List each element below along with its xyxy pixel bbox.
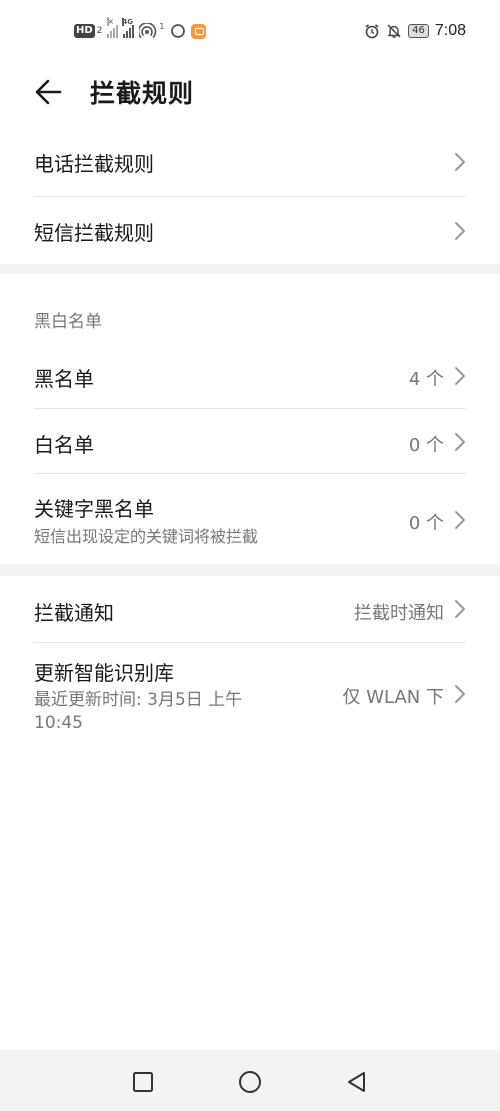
status-bar: HD 2 × 4G 1 46 7:08 bbox=[0, 0, 500, 60]
nav-square-icon[interactable] bbox=[131, 1070, 155, 1094]
row-label: 更新智能识别库 bbox=[34, 661, 174, 685]
chevron-right-icon bbox=[455, 367, 465, 385]
row-label: 黑名单 bbox=[34, 367, 94, 391]
update-library-row[interactable]: 更新智能识别库 最近更新时间: 3月5日 上午 10:45 仅 WLAN 下 bbox=[34, 643, 466, 743]
row-label: 拦截通知 bbox=[34, 601, 114, 625]
status-time: 7:08 bbox=[434, 22, 466, 39]
nav-circle-icon[interactable] bbox=[238, 1070, 262, 1094]
app-badge-icon bbox=[190, 23, 206, 39]
nav-triangle-icon[interactable] bbox=[345, 1070, 369, 1094]
row-subtitle-line1: 最近更新时间: 3月5日 上午 bbox=[34, 690, 243, 710]
hd-sim-number: 2 bbox=[96, 26, 103, 36]
row-value: 0 个 bbox=[408, 513, 444, 534]
chevron-right-icon bbox=[455, 153, 465, 171]
row-label: 电话拦截规则 bbox=[34, 152, 154, 176]
lists-card: 黑白名单 黑名单 4 个 白名单 0 个 关键字黑名单 短信出现设定的关键词将被… bbox=[0, 274, 500, 564]
alarm-icon bbox=[365, 24, 379, 39]
whitelist-row[interactable]: 白名单 0 个 bbox=[34, 409, 466, 473]
chevron-right-icon bbox=[455, 511, 465, 529]
row-value: 0 个 bbox=[408, 435, 444, 456]
status-right: 46 7:08 bbox=[364, 21, 466, 41]
hd-icon: HD bbox=[74, 24, 95, 38]
chevron-right-icon bbox=[455, 222, 465, 240]
row-label: 白名单 bbox=[34, 433, 94, 457]
row-value: 拦截时通知 bbox=[354, 603, 444, 624]
chevron-right-icon bbox=[455, 433, 465, 451]
row-value: 仅 WLAN 下 bbox=[342, 687, 444, 708]
chevron-right-icon bbox=[455, 685, 465, 703]
keyword-blacklist-row[interactable]: 关键字黑名单 短信出现设定的关键词将被拦截 0 个 bbox=[34, 474, 466, 564]
row-subtitle: 短信出现设定的关键词将被拦截 bbox=[34, 527, 259, 546]
hotspot-icon bbox=[139, 23, 157, 39]
signal-sim1-icon: × bbox=[107, 17, 119, 38]
battery-icon: 46 bbox=[408, 24, 429, 38]
blacklist-row[interactable]: 黑名单 4 个 bbox=[34, 341, 466, 408]
page-title: 拦截规则 bbox=[90, 79, 195, 108]
chevron-right-icon bbox=[455, 600, 465, 618]
row-value: 4 个 bbox=[408, 369, 444, 390]
row-label: 关键字黑名单 bbox=[34, 497, 154, 521]
block-notification-row[interactable]: 拦截通知 拦截时通知 bbox=[34, 576, 466, 642]
signal-sim2-icon: 4G bbox=[122, 18, 135, 38]
status-left: HD 2 × 4G 1 bbox=[74, 17, 206, 41]
circle-icon bbox=[170, 24, 185, 38]
bell-off-icon bbox=[387, 24, 401, 38]
network-type-label: 4G bbox=[122, 18, 134, 26]
hotspot-count: 1 bbox=[159, 21, 165, 31]
row-label: 短信拦截规则 bbox=[34, 221, 154, 245]
section-header: 黑白名单 bbox=[34, 312, 102, 332]
screen: HD 2 × 4G 1 46 7:08 拦截规则 电话拦截规则 短信拦截规则 黑… bbox=[0, 0, 500, 1111]
navigation-bar bbox=[0, 1050, 500, 1111]
rules-card: 电话拦截规则 短信拦截规则 bbox=[0, 124, 500, 264]
settings-card: 拦截通知 拦截时通知 更新智能识别库 最近更新时间: 3月5日 上午 10:45… bbox=[0, 576, 500, 1050]
back-arrow-icon[interactable] bbox=[30, 72, 70, 112]
sms-block-rules-row[interactable]: 短信拦截规则 bbox=[34, 197, 466, 264]
call-block-rules-row[interactable]: 电话拦截规则 bbox=[34, 124, 466, 196]
app-bar: 拦截规则 bbox=[0, 60, 500, 124]
row-subtitle-line2: 10:45 bbox=[34, 713, 83, 733]
